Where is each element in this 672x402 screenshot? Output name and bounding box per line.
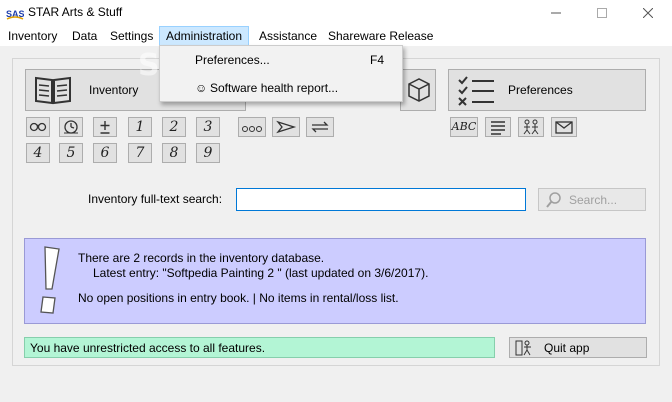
- mail-icon: [555, 121, 573, 134]
- cube-icon: [408, 78, 430, 102]
- middle-section-button[interactable]: [400, 69, 436, 111]
- menu-assistance[interactable]: Assistance: [253, 26, 323, 46]
- menu-inventory[interactable]: Inventory: [2, 26, 63, 46]
- quit-button[interactable]: Quit app: [509, 337, 647, 358]
- exchange-button[interactable]: [306, 117, 334, 137]
- menu-item-health-report-label: Software health report...: [210, 81, 339, 95]
- administration-dropdown: Preferences... F4 ☺ Software health repo…: [159, 45, 403, 102]
- digit-button-5[interactable]: 5: [59, 143, 83, 163]
- checklist-icon: [458, 76, 494, 106]
- access-status: You have unrestricted access to all feat…: [24, 337, 495, 358]
- text-align-icon: [491, 121, 505, 135]
- exchange-icon: [311, 121, 329, 133]
- window-title: STAR Arts & Stuff: [28, 5, 123, 19]
- digit-button-8[interactable]: 8: [162, 143, 186, 163]
- smiley-icon: ☺: [195, 81, 208, 95]
- digit-button-2[interactable]: 2: [162, 117, 186, 137]
- timer-button[interactable]: [59, 117, 83, 137]
- glasses-icon: [29, 122, 47, 132]
- digit-button-7[interactable]: 7: [128, 143, 152, 163]
- digit-button-9[interactable]: 9: [196, 143, 220, 163]
- text-align-button[interactable]: [485, 117, 511, 137]
- menu-item-preferences-shortcut: F4: [370, 53, 385, 67]
- people-button[interactable]: [518, 117, 544, 137]
- minimize-button[interactable]: [533, 0, 579, 26]
- search-label: Inventory full-text search:: [88, 192, 223, 206]
- search-button-label: Search...: [569, 193, 618, 207]
- send-button[interactable]: [272, 117, 300, 137]
- digit-button-4[interactable]: 4: [26, 143, 50, 163]
- menu-item-health-report[interactable]: ☺ Software health report...: [161, 77, 401, 99]
- magnifier-icon: [546, 192, 561, 208]
- search-button[interactable]: Search...: [538, 188, 646, 211]
- maximize-button[interactable]: [579, 0, 625, 26]
- search-input[interactable]: [236, 188, 526, 211]
- preferences-button-label: Preferences: [508, 83, 573, 97]
- star-app-icon: SAS: [6, 9, 24, 20]
- menu-administration[interactable]: Administration: [159, 26, 250, 46]
- quit-button-label: Quit app: [544, 341, 590, 355]
- book-icon: [35, 76, 71, 105]
- exit-icon: [515, 340, 531, 356]
- menu-item-preferences-label: Preferences...: [195, 53, 270, 67]
- plus-minus-icon: [100, 121, 110, 134]
- mail-button[interactable]: [551, 117, 577, 137]
- menu-item-preferences[interactable]: Preferences... F4: [161, 49, 401, 71]
- close-button[interactable]: [625, 0, 671, 26]
- menu-bar: Inventory Data Settings Administration A…: [0, 26, 672, 46]
- digit-button-6[interactable]: 6: [93, 143, 117, 163]
- inventory-button-label: Inventory: [89, 83, 139, 97]
- open-positions-text: No open positions in entry book. | No it…: [78, 291, 399, 305]
- people-icon: [523, 119, 539, 135]
- digit-button-1[interactable]: 1: [128, 117, 152, 137]
- info-panel: There are 2 records in the inventory dat…: [24, 238, 646, 324]
- title-bar: SAS STAR Arts & Stuff: [0, 0, 672, 26]
- latest-entry-text: Latest entry: "Softpedia Painting 2 " (l…: [93, 266, 429, 280]
- glasses-button[interactable]: [26, 117, 50, 137]
- more-button[interactable]: [238, 117, 266, 137]
- maximize-icon: [597, 8, 607, 18]
- menu-shareware-release[interactable]: Shareware Release: [322, 26, 439, 46]
- plus-minus-button[interactable]: [93, 117, 117, 137]
- more-icon: [242, 126, 262, 132]
- spelling-icon: ABC: [451, 120, 477, 133]
- preferences-button[interactable]: Preferences: [448, 69, 646, 111]
- close-icon: [642, 7, 654, 19]
- exclamation-icon: [40, 246, 60, 314]
- digit-button-3[interactable]: 3: [196, 117, 220, 137]
- spelling-button[interactable]: ABC: [450, 117, 478, 137]
- records-count-text: There are 2 records in the inventory dat…: [78, 251, 325, 265]
- minimize-icon: [551, 12, 561, 14]
- timer-icon: [64, 120, 78, 134]
- send-icon: [276, 120, 297, 134]
- menu-settings[interactable]: Settings: [104, 26, 159, 46]
- menu-data[interactable]: Data: [66, 26, 103, 46]
